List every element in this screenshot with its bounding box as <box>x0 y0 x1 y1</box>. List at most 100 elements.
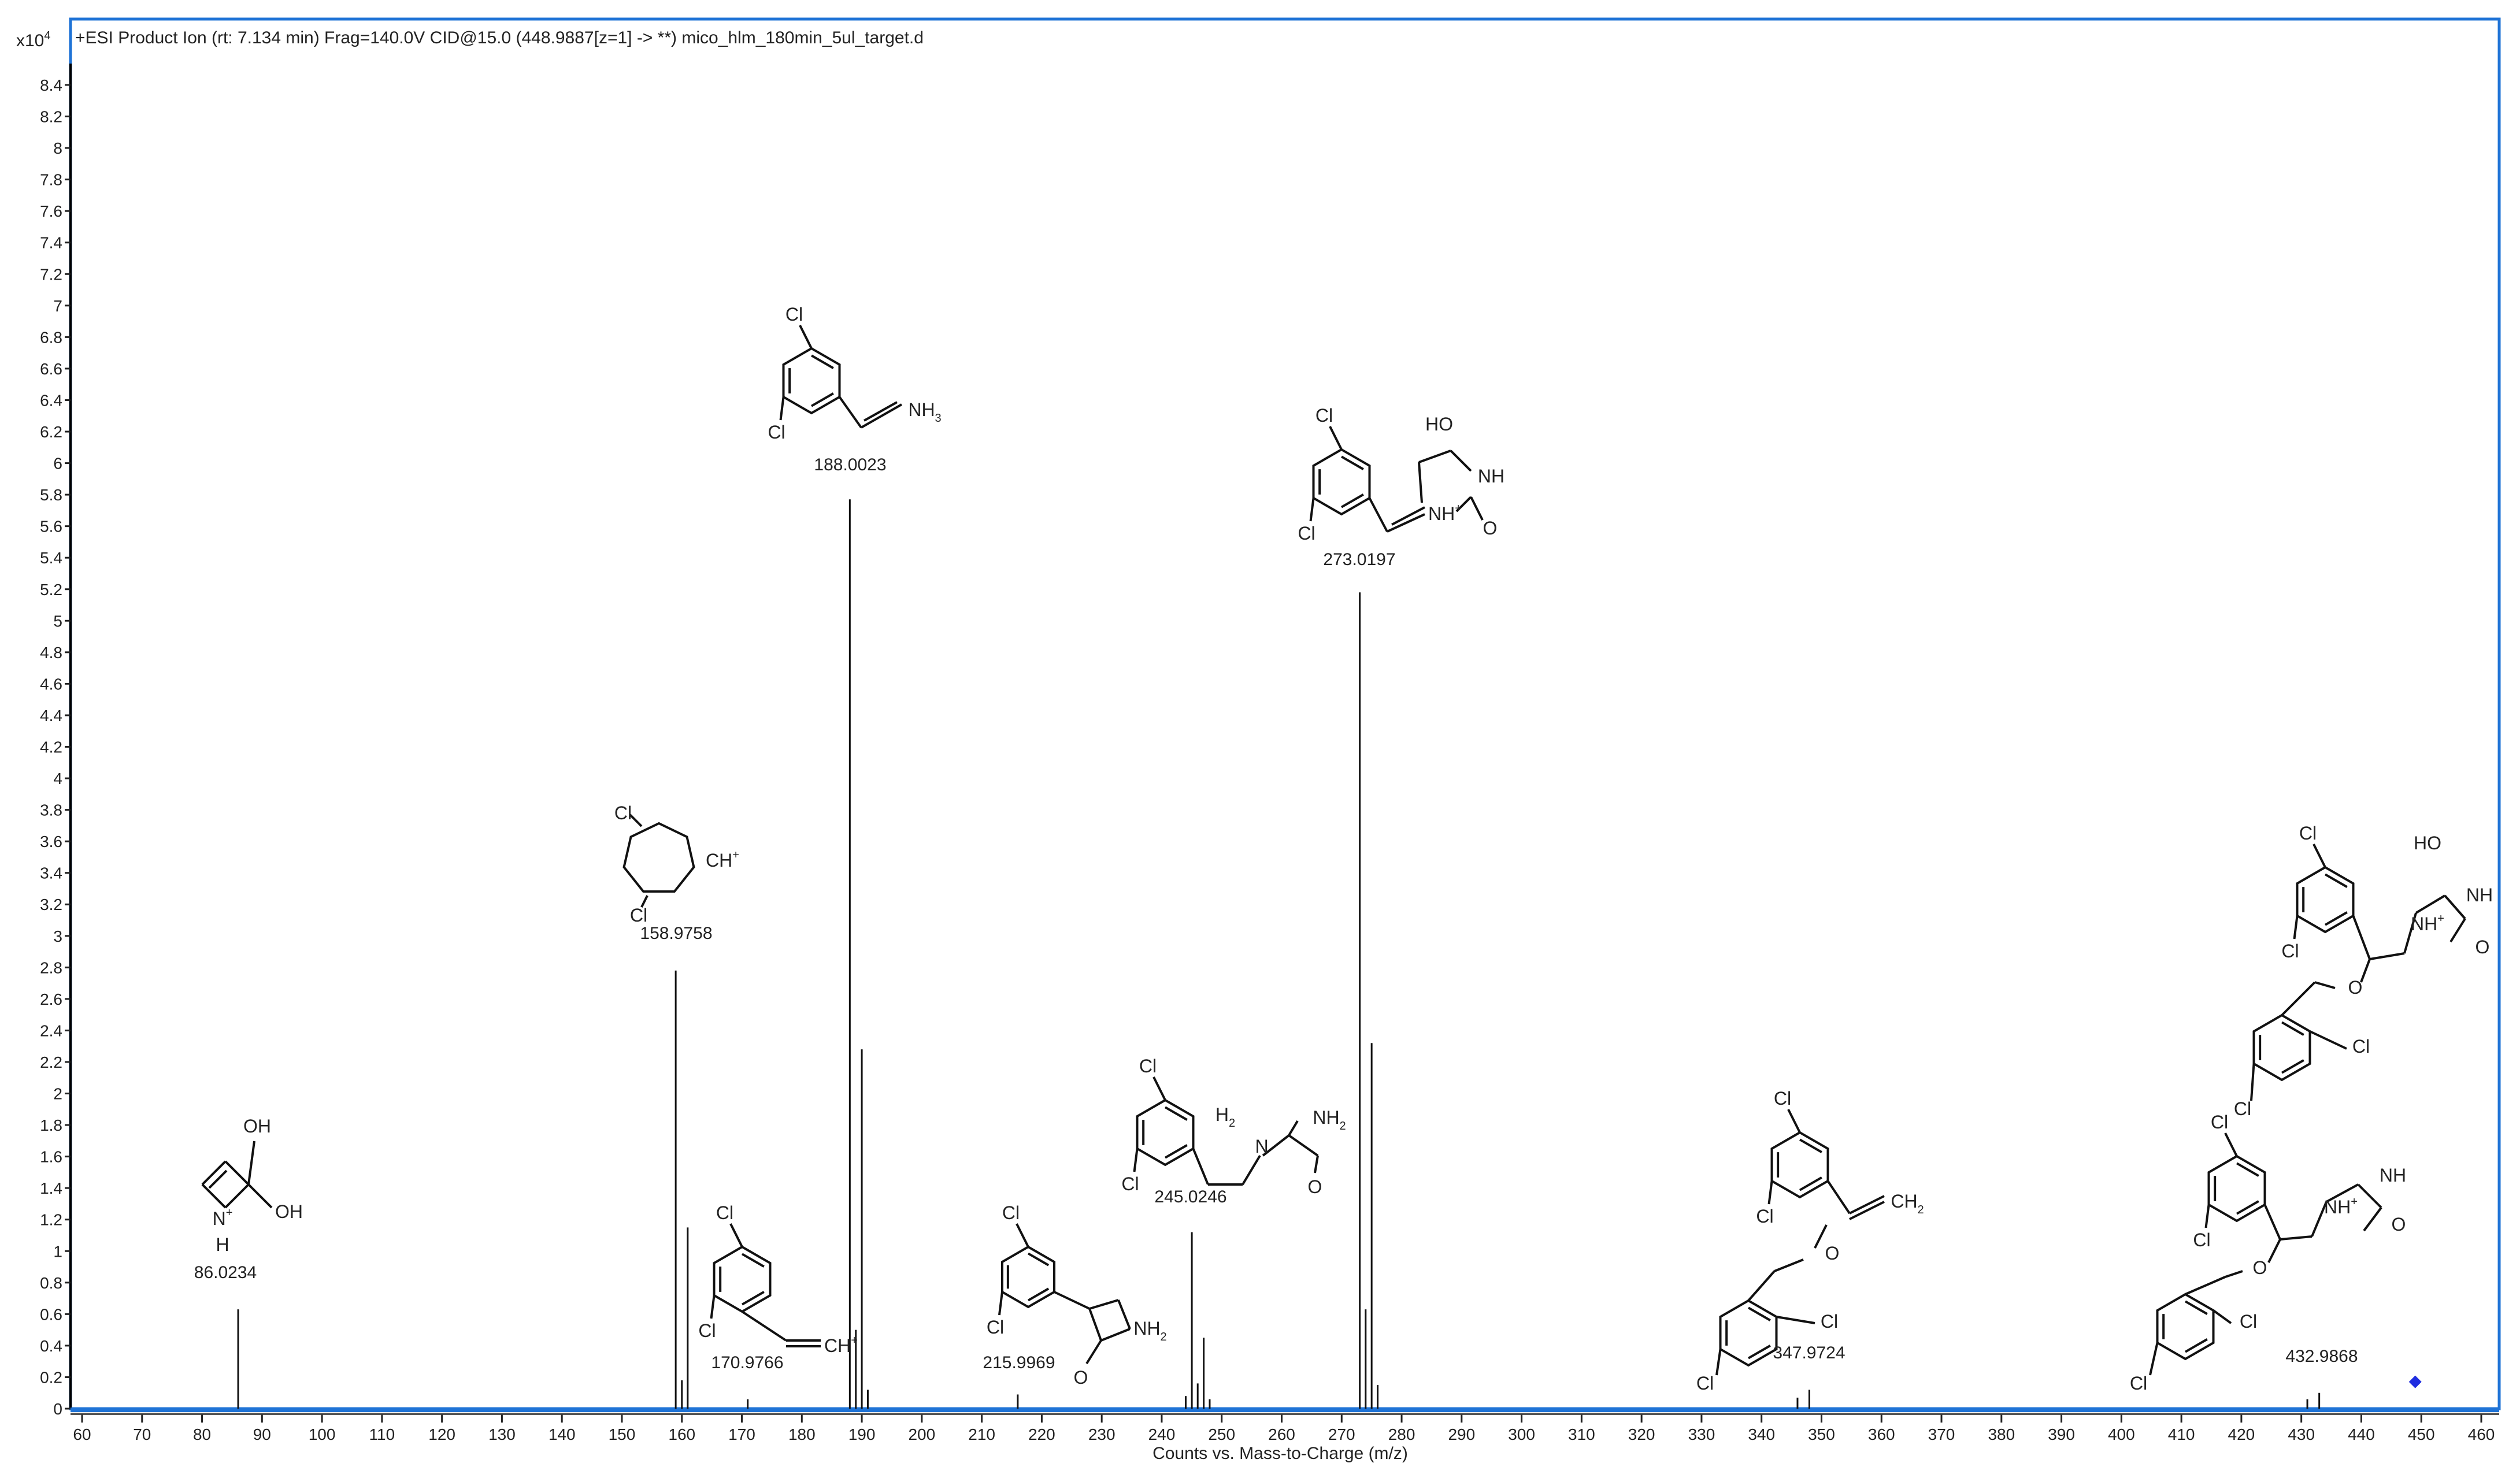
y-tick-label: 6.8 <box>40 328 62 346</box>
y-tick-label: 6.6 <box>40 360 62 378</box>
bond <box>1715 1349 1722 1376</box>
y-tick-label: 8.2 <box>40 108 62 126</box>
atom-label: NH+ <box>2324 1195 2358 1217</box>
y-tick-label: 6.4 <box>40 391 62 409</box>
aromatic-bond <box>1799 1176 1822 1191</box>
aromatic-bond <box>2185 1300 2208 1315</box>
y-scale-label: x104 <box>16 29 51 50</box>
bond <box>1288 1134 1319 1157</box>
bond <box>1100 1328 1131 1342</box>
bond <box>224 1183 250 1209</box>
atom-label: Cl <box>785 304 803 325</box>
atom-label: Cl <box>2193 1230 2210 1250</box>
y-tick-label: 6 <box>53 455 62 473</box>
aromatic-bond <box>1164 1106 1188 1121</box>
bond <box>2293 915 2299 939</box>
bond <box>2352 915 2371 960</box>
bond <box>1089 1299 1119 1310</box>
ring-bond <box>713 1245 772 1313</box>
peak-annotation: 215.9969 <box>983 1353 1055 1372</box>
ring-bond <box>1312 448 1371 516</box>
atom-label: O <box>2253 1257 2267 1278</box>
atom-label: NH <box>2380 1165 2406 1186</box>
bond <box>2369 952 2405 960</box>
atom-label: O <box>1074 1367 1088 1388</box>
x-tick-label: 230 <box>1088 1425 1116 1443</box>
x-tick-label: 210 <box>968 1425 995 1443</box>
bond <box>1418 462 1423 503</box>
bond <box>1054 1291 1090 1310</box>
bond <box>2280 1235 2313 1241</box>
x-tick-label: 380 <box>1988 1425 2015 1443</box>
bond <box>799 325 813 349</box>
bond <box>1747 1270 1776 1302</box>
y-tick-label: 1.6 <box>40 1148 62 1166</box>
x-tick-label: 280 <box>1388 1425 1415 1443</box>
x-tick-label: 460 <box>2468 1425 2495 1443</box>
aromatic-bond <box>811 354 834 369</box>
ring-bond <box>2252 1013 2311 1082</box>
x-tick-label: 240 <box>1148 1425 1176 1443</box>
atom-label: CH+ <box>706 849 739 871</box>
y-tick-label: 8 <box>53 139 62 157</box>
atom-label: O <box>2348 977 2363 998</box>
bond <box>1133 1148 1139 1172</box>
bond <box>1776 1316 1815 1324</box>
x-tick-label: 190 <box>848 1425 876 1443</box>
y-tick-label: 3.8 <box>40 801 62 819</box>
y-tick-label: 6.2 <box>40 423 62 441</box>
y-tick-label: 1.2 <box>40 1211 62 1229</box>
x-tick-label: 160 <box>668 1425 695 1443</box>
y-tick-label: 2.2 <box>40 1053 62 1071</box>
y-tick-label: 8.4 <box>40 76 62 94</box>
y-tick-label: 1.8 <box>40 1116 62 1134</box>
y-tick-label: 5 <box>53 612 62 630</box>
bond <box>861 403 902 429</box>
atom-label: O <box>1483 518 1498 539</box>
atom-label: Cl <box>2352 1036 2370 1057</box>
y-tick-label: 7.8 <box>40 171 62 189</box>
bond <box>1470 496 1484 521</box>
y-tick-label: 4.4 <box>40 707 62 725</box>
aromatic-bond <box>2185 1338 2208 1353</box>
ring-bond <box>1770 1131 1829 1199</box>
atom-label: O <box>1825 1243 1840 1264</box>
x-axis-title: Counts vs. Mass-to-Charge (m/z) <box>1152 1444 1408 1463</box>
atom-label: Cl <box>768 422 785 443</box>
x-tick-label: 420 <box>2228 1425 2255 1443</box>
atom-label: O <box>2392 1214 2406 1235</box>
bond <box>1314 1155 1319 1174</box>
atom-label: Cl <box>1139 1056 1157 1076</box>
atom-label: H2 <box>1215 1104 1235 1130</box>
y-tick-label: 5.2 <box>40 581 62 599</box>
aromatic-bond <box>2324 911 2348 926</box>
y-tick-label: 0.6 <box>40 1305 62 1323</box>
atom-label: O <box>2475 937 2490 957</box>
ring-bond <box>1136 1098 1195 1167</box>
atom-label: NH <box>1478 466 1504 487</box>
x-tick-label: 350 <box>1808 1425 1835 1443</box>
atom-label: Cl <box>2234 1098 2251 1119</box>
bond <box>1450 450 1472 472</box>
atom-label: NH+ <box>1428 502 1462 524</box>
x-tick-label: 180 <box>788 1425 816 1443</box>
atom-label: Cl <box>2240 1311 2257 1332</box>
y-tick-label: 2.6 <box>40 990 62 1008</box>
bond <box>1085 1339 1102 1365</box>
y-tick-label: 0.4 <box>40 1337 62 1355</box>
x-tick-label: 430 <box>2288 1425 2315 1443</box>
y-tick-label: 2.4 <box>40 1022 62 1039</box>
atom-label: NH+ <box>2411 912 2444 934</box>
bond <box>1418 450 1451 463</box>
bond <box>2224 1132 2238 1157</box>
atom-label: Cl <box>1315 405 1333 426</box>
ring-bond <box>2156 1293 2215 1361</box>
bond <box>2363 1206 2382 1232</box>
bond <box>2313 844 2326 868</box>
bond <box>864 401 898 422</box>
peak-annotation: 432.9868 <box>2285 1347 2358 1366</box>
bond <box>779 396 785 421</box>
y-tick-label: 2 <box>53 1085 62 1103</box>
y-tick-label: 3 <box>53 927 62 945</box>
x-tick-label: 90 <box>253 1425 271 1443</box>
